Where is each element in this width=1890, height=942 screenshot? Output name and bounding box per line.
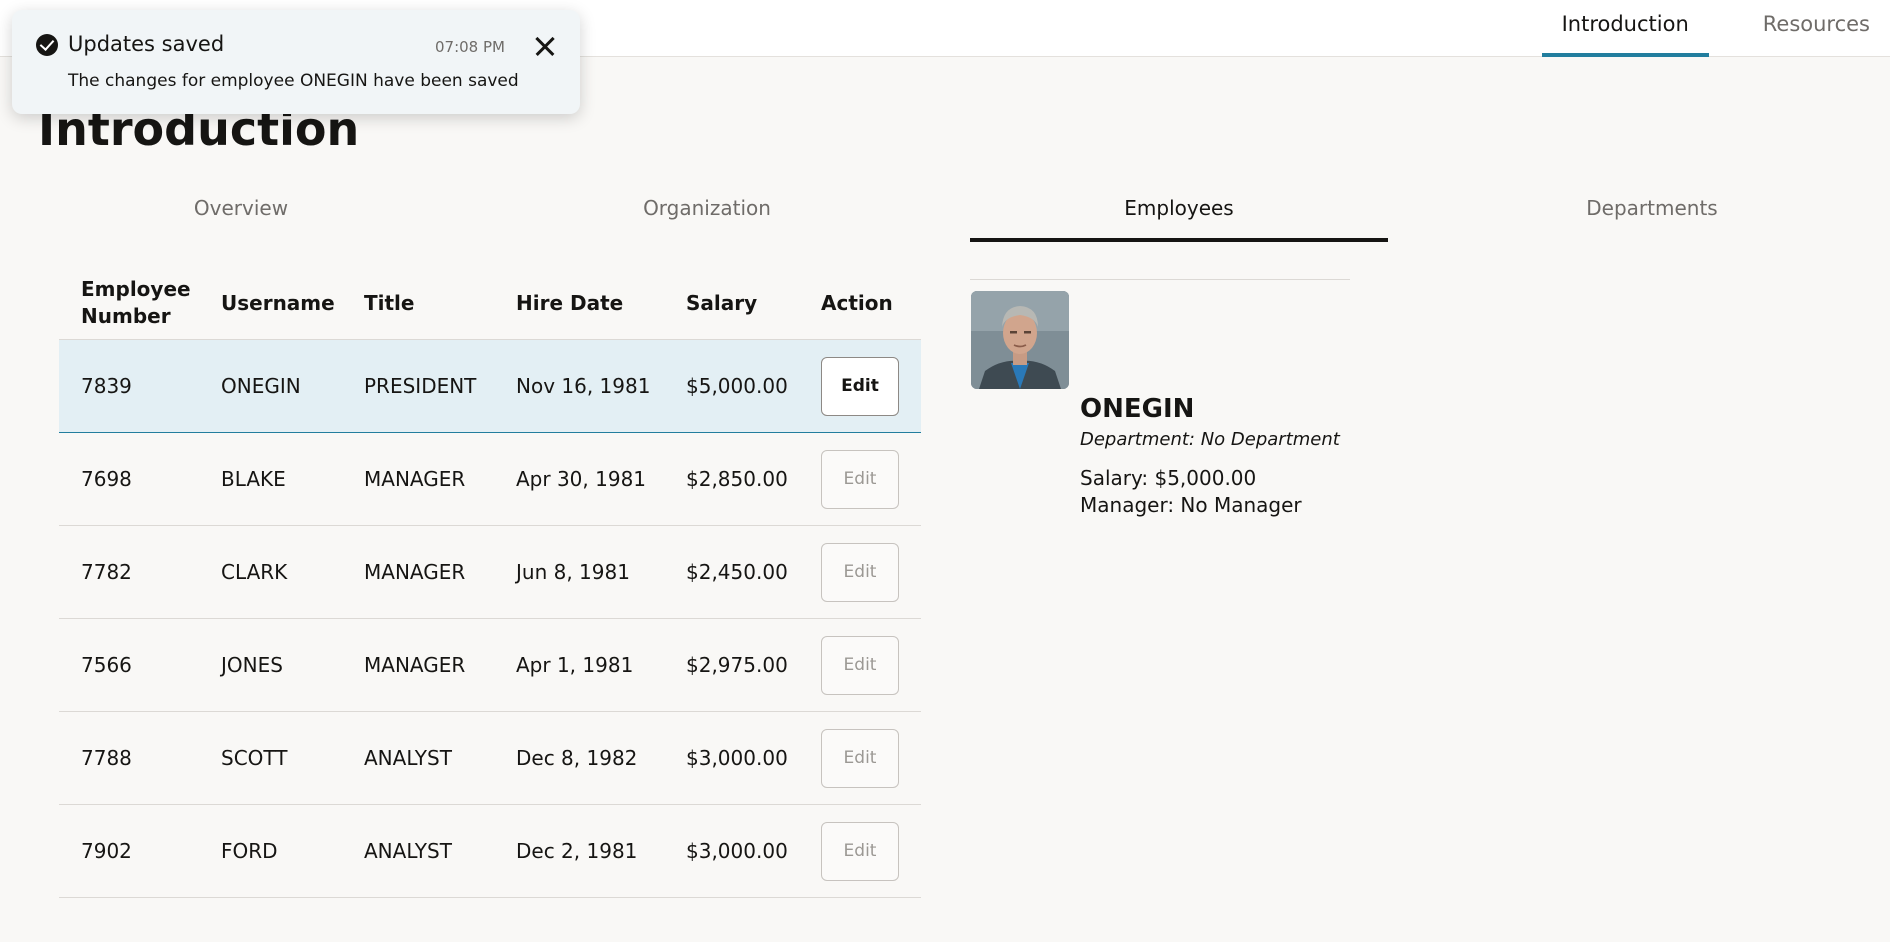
top-navigation: Introduction Resources [1508,0,1890,57]
edit-button[interactable]: Edit [821,357,899,416]
check-circle-icon [36,34,58,56]
cell-hire-date: Nov 16, 1981 [516,374,651,398]
cell-title: MANAGER [364,653,466,677]
column-header-username[interactable]: Username [221,290,335,317]
person-photo-icon [971,291,1069,389]
table-row[interactable]: 7566 JONES MANAGER Apr 1, 1981 $2,975.00… [59,619,921,712]
cell-employee-number: 7788 [81,746,132,770]
cell-salary: $3,000.00 [686,839,788,863]
cell-salary: $2,975.00 [686,653,788,677]
table-row[interactable]: 7698 BLAKE MANAGER Apr 30, 1981 $2,850.0… [59,433,921,526]
edit-button[interactable]: Edit [821,729,899,788]
cell-salary: $2,850.00 [686,467,788,491]
nav-tab-introduction[interactable]: Introduction [1541,0,1709,57]
tab-overview[interactable]: Overview [0,188,482,242]
cell-username: FORD [221,839,278,863]
edit-button[interactable]: Edit [821,450,899,509]
tab-organization[interactable]: Organization [482,188,932,242]
cell-title: MANAGER [364,467,466,491]
cell-hire-date: Dec 8, 1982 [516,746,638,770]
cell-hire-date: Jun 8, 1981 [516,560,630,584]
employees-table: Employee Number Username Title Hire Date… [59,270,921,898]
column-header-title[interactable]: Title [364,290,414,317]
cell-username: ONEGIN [221,374,301,398]
column-header-hire-date[interactable]: Hire Date [516,290,623,317]
edit-button[interactable]: Edit [821,636,899,695]
cell-employee-number: 7839 [81,374,132,398]
cell-employee-number: 7782 [81,560,132,584]
cell-title: MANAGER [364,560,466,584]
detail-manager: Manager: No Manager [1080,493,1302,517]
cell-username: BLAKE [221,467,286,491]
cell-employee-number: 7698 [81,467,132,491]
detail-salary: Salary: $5,000.00 [1080,466,1257,490]
cell-username: SCOTT [221,746,288,770]
toast-time: 07:08 PM [435,38,505,56]
cell-employee-number: 7902 [81,839,132,863]
table-row[interactable]: 7902 FORD ANALYST Dec 2, 1981 $3,000.00 … [59,805,921,898]
column-header-salary[interactable]: Salary [686,290,757,317]
column-header-employee-number[interactable]: Employee Number [81,276,211,330]
close-icon[interactable] [530,32,560,62]
cell-username: CLARK [221,560,288,584]
cell-salary: $2,450.00 [686,560,788,584]
detail-employee-name: ONEGIN [1080,394,1195,424]
cell-title: ANALYST [364,839,452,863]
nav-tab-resources[interactable]: Resources [1743,0,1890,57]
cell-employee-number: 7566 [81,653,132,677]
cell-salary: $5,000.00 [686,374,788,398]
cell-hire-date: Apr 30, 1981 [516,467,647,491]
tab-employees[interactable]: Employees [970,188,1388,242]
cell-hire-date: Apr 1, 1981 [516,653,634,677]
table-row[interactable]: 7788 SCOTT ANALYST Dec 8, 1982 $3,000.00… [59,712,921,805]
cell-salary: $3,000.00 [686,746,788,770]
cell-title: ANALYST [364,746,452,770]
tab-departments[interactable]: Departments [1420,188,1884,242]
cell-username: JONES [221,653,283,677]
toast-message: The changes for employee ONEGIN have bee… [68,71,519,91]
column-header-action: Action [821,291,893,315]
table-header: Employee Number Username Title Hire Date… [59,270,921,340]
cell-title: PRESIDENT [364,374,477,398]
avatar [971,291,1069,389]
detail-department: Department: No Department [1080,429,1340,450]
tab-bar: Overview Organization Employees Departme… [0,188,1890,242]
toast-title: Updates saved [68,32,225,56]
edit-button[interactable]: Edit [821,543,899,602]
detail-divider [970,279,1350,280]
toast-notification: Updates saved 07:08 PM The changes for e… [12,10,580,114]
table-row[interactable]: 7839 ONEGIN PRESIDENT Nov 16, 1981 $5,00… [59,340,921,433]
table-row[interactable]: 7782 CLARK MANAGER Jun 8, 1981 $2,450.00… [59,526,921,619]
cell-hire-date: Dec 2, 1981 [516,839,638,863]
edit-button[interactable]: Edit [821,822,899,881]
